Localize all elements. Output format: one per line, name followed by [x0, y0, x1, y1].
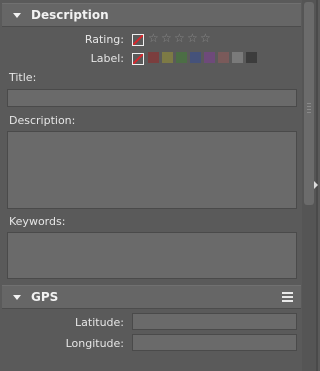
keywords-textarea[interactable]	[7, 232, 297, 279]
latitude-label: Latitude:	[75, 316, 124, 329]
star-icon[interactable]: ☆	[187, 32, 198, 44]
description-section-header[interactable]: Description	[2, 3, 301, 27]
longitude-label: Longitude:	[65, 337, 124, 350]
collapse-triangle-icon[interactable]	[13, 295, 21, 300]
gps-section-header[interactable]: GPS	[2, 285, 301, 309]
label-swatch-purple[interactable]	[204, 52, 215, 63]
star-icon[interactable]: ☆	[161, 32, 172, 44]
title-input[interactable]	[7, 89, 297, 107]
label-swatch-gray[interactable]	[232, 52, 243, 63]
label-swatch-brown[interactable]	[218, 52, 229, 63]
description-textarea[interactable]	[7, 131, 297, 209]
description-label: Description:	[9, 114, 76, 127]
longitude-input[interactable]	[132, 334, 297, 351]
star-icon[interactable]: ☆	[200, 32, 211, 44]
keywords-label: Keywords:	[9, 215, 66, 228]
label-color-swatches	[148, 52, 260, 63]
latitude-input[interactable]	[132, 313, 297, 330]
clear-label-icon[interactable]	[132, 53, 144, 65]
star-icon[interactable]: ☆	[148, 32, 159, 44]
gps-section-title: GPS	[31, 290, 59, 304]
scrollbar-thumb[interactable]	[304, 2, 314, 205]
label-swatch-blue[interactable]	[190, 52, 201, 63]
rating-label: Rating:	[84, 33, 124, 46]
label-label: Label:	[90, 52, 124, 65]
star-icon[interactable]: ☆	[174, 32, 185, 44]
label-swatch-green[interactable]	[176, 52, 187, 63]
menu-icon[interactable]	[282, 292, 293, 302]
label-swatch-red[interactable]	[148, 52, 159, 63]
grip-icon	[307, 103, 311, 115]
collapse-triangle-icon[interactable]	[13, 13, 21, 18]
label-swatch-dark[interactable]	[246, 52, 257, 63]
clear-rating-icon[interactable]	[132, 34, 144, 46]
label-swatch-yellow[interactable]	[162, 52, 173, 63]
description-section-title: Description	[31, 8, 109, 22]
expand-panel-arrow-icon[interactable]	[314, 181, 318, 189]
title-label: Title:	[9, 71, 37, 84]
rating-stars[interactable]: ☆ ☆ ☆ ☆ ☆	[148, 32, 213, 44]
metadata-panel: Description Rating: ☆ ☆ ☆ ☆ ☆ Label: Tit…	[0, 0, 302, 371]
